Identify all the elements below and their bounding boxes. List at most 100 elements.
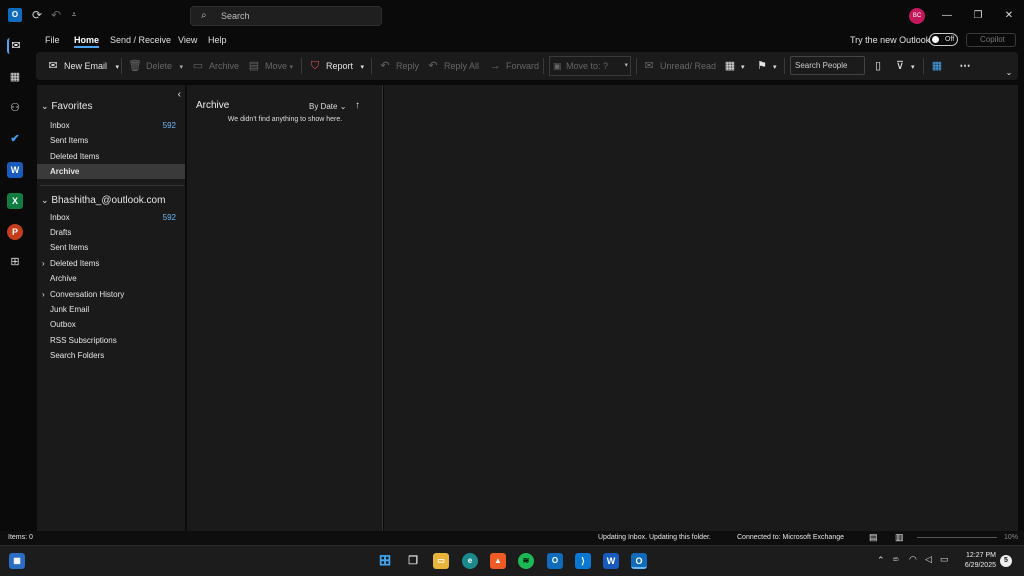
chevron-down-icon[interactable]: ▾ bbox=[180, 64, 184, 71]
folder-sent-items[interactable]: Sent Items bbox=[37, 240, 185, 255]
chevron-down-icon[interactable]: ▾ bbox=[290, 64, 294, 71]
reply-all-button[interactable]: ↶ Reply All bbox=[426, 52, 479, 80]
word-icon[interactable]: W bbox=[7, 162, 23, 178]
tab-help[interactable]: Help bbox=[208, 35, 227, 45]
chevron-down-icon[interactable]: ▾ bbox=[911, 64, 915, 71]
archive-button[interactable]: ▭ Archive bbox=[191, 52, 239, 80]
new-outlook-toggle[interactable]: Off bbox=[929, 33, 958, 46]
folder-conversation-history[interactable]: › Conversation History bbox=[37, 287, 185, 302]
more-icon: ⋯ bbox=[959, 60, 971, 72]
tray-chevron-up-icon[interactable]: ⌃ bbox=[877, 555, 885, 566]
widgets-icon[interactable]: ▦ bbox=[9, 553, 25, 569]
move-to-dropdown[interactable]: ▣ Move to: ? ▾ bbox=[549, 56, 631, 76]
folder-search-folders[interactable]: Search Folders bbox=[37, 348, 185, 363]
excel-icon[interactable]: X bbox=[7, 193, 23, 209]
outlook-new-icon[interactable]: O bbox=[547, 553, 563, 569]
sync-icon[interactable]: ⟳ bbox=[30, 8, 44, 22]
folder-fav-deleted-items[interactable]: Deleted Items bbox=[37, 149, 185, 164]
folder-inbox[interactable]: Inbox 592 bbox=[37, 210, 185, 225]
normal-view-icon[interactable]: ▤ bbox=[869, 532, 878, 543]
clock[interactable]: 12:27 PM 6/29/2025 bbox=[958, 551, 996, 571]
folder-junk-email[interactable]: Junk Email bbox=[37, 302, 185, 317]
folder-rss-subscriptions[interactable]: RSS Subscriptions bbox=[37, 333, 185, 348]
avatar[interactable]: BC bbox=[909, 8, 925, 24]
tab-file[interactable]: File bbox=[45, 35, 60, 45]
more-apps-icon[interactable]: ⊞ bbox=[7, 254, 23, 270]
folder-deleted-items[interactable]: › Deleted Items bbox=[37, 256, 185, 271]
unread-read-button[interactable]: ✉ Unread/ Read bbox=[642, 52, 716, 80]
folder-label: Inbox bbox=[50, 121, 70, 130]
address-book-icon: ▯ bbox=[874, 60, 882, 72]
copilot-button[interactable]: Copilot bbox=[966, 33, 1016, 47]
move-to-icon: ▣ bbox=[553, 61, 562, 71]
chevron-right-icon[interactable]: › bbox=[42, 287, 45, 302]
chevron-down-icon[interactable]: ▾ bbox=[116, 64, 120, 71]
apps-icon: ▦ bbox=[931, 60, 943, 72]
windows-start-icon[interactable]: ⊞ bbox=[377, 553, 393, 569]
move-button[interactable]: ▤ Move ▾ bbox=[247, 52, 293, 80]
powerpoint-icon[interactable]: P bbox=[7, 224, 23, 240]
edge-icon[interactable]: e bbox=[462, 553, 478, 569]
filter-email-button[interactable]: ⊽ ▾ bbox=[893, 52, 915, 80]
forward-button[interactable]: → Forward bbox=[488, 52, 540, 80]
chevron-right-icon[interactable]: › bbox=[42, 256, 45, 271]
ime-icon[interactable]: ක bbox=[893, 556, 899, 564]
volume-icon[interactable]: ◁ bbox=[925, 554, 932, 565]
close-button[interactable]: ✕ bbox=[1001, 8, 1017, 24]
zoom-slider[interactable] bbox=[917, 537, 997, 538]
favorites-group[interactable]: ⌄ Favorites bbox=[41, 101, 92, 112]
file-explorer-icon[interactable]: ▭ bbox=[433, 553, 449, 569]
chevron-down-icon[interactable]: ▾ bbox=[773, 64, 777, 71]
apps-button[interactable]: ▦ bbox=[930, 52, 948, 80]
spotify-icon[interactable]: ≋ bbox=[518, 553, 534, 569]
collapse-pane-icon[interactable]: ‹ bbox=[178, 89, 181, 100]
calendar-icon[interactable]: ▦ bbox=[7, 69, 23, 85]
folder-fav-sent-items[interactable]: Sent Items bbox=[37, 133, 185, 148]
outlook-taskbar-icon[interactable]: O bbox=[631, 553, 647, 569]
restore-button[interactable]: ❐ bbox=[970, 8, 986, 24]
brave-icon[interactable]: ▲ bbox=[490, 553, 506, 569]
forward-label: Forward bbox=[506, 61, 540, 71]
tab-view[interactable]: View bbox=[178, 35, 197, 45]
task-view-icon[interactable]: ❐ bbox=[405, 553, 421, 569]
follow-up-button[interactable]: ⚑ ▾ bbox=[755, 52, 777, 80]
collapse-ribbon-button[interactable]: ⌄ bbox=[1002, 58, 1020, 86]
zoom-level[interactable]: 10% bbox=[1004, 534, 1018, 541]
tab-send-receive[interactable]: Send / Receive bbox=[110, 35, 171, 45]
wifi-icon[interactable]: ◠ bbox=[909, 554, 917, 565]
tab-home[interactable]: Home bbox=[74, 35, 100, 48]
categorize-button[interactable]: ▦ ▾ bbox=[723, 52, 745, 80]
more-options-button[interactable]: ⋯ bbox=[958, 52, 976, 80]
notification-badge[interactable]: 5 bbox=[1000, 555, 1012, 567]
search-people-input[interactable]: Search People bbox=[790, 56, 865, 75]
folder-fav-archive[interactable]: Archive bbox=[37, 164, 185, 179]
search-input[interactable]: ⌕ Search bbox=[190, 6, 382, 26]
address-book-button[interactable]: ▯ bbox=[871, 52, 889, 80]
chevron-down-icon[interactable]: ▾ bbox=[624, 57, 628, 75]
report-button[interactable]: ⛉ Report ▾ bbox=[308, 52, 364, 80]
todo-icon[interactable]: ✔ bbox=[7, 131, 23, 147]
folder-outbox[interactable]: Outbox bbox=[37, 317, 185, 332]
quick-access-dropdown-icon[interactable]: ⩡ bbox=[67, 8, 81, 22]
new-email-button[interactable]: ✉ New Email ▾ bbox=[46, 52, 119, 80]
battery-icon[interactable]: ▭ bbox=[940, 554, 949, 565]
chevron-down-icon[interactable]: ▾ bbox=[361, 64, 365, 71]
people-icon[interactable]: ⚇ bbox=[7, 100, 23, 116]
reply-button[interactable]: ↶ Reply bbox=[378, 52, 419, 80]
undo-icon[interactable]: ↶ bbox=[49, 8, 63, 22]
folder-drafts[interactable]: Drafts bbox=[37, 225, 185, 240]
delete-button[interactable]: 🗑 Delete ▾ bbox=[128, 52, 183, 80]
reading-view-icon[interactable]: ▥ bbox=[895, 532, 904, 543]
new-email-icon: ✉ bbox=[48, 60, 58, 72]
account-group[interactable]: ⌄ Bhashitha_@outlook.com bbox=[41, 195, 165, 206]
minimize-button[interactable]: — bbox=[939, 8, 955, 24]
vscode-icon[interactable]: ⟩ bbox=[575, 553, 591, 569]
folder-label: Search Folders bbox=[50, 351, 105, 360]
word-taskbar-icon[interactable]: W bbox=[603, 553, 619, 569]
folder-archive[interactable]: Archive bbox=[37, 271, 185, 286]
sort-dropdown[interactable]: By Date ⌄ bbox=[309, 102, 346, 111]
chevron-down-icon[interactable]: ▾ bbox=[741, 64, 745, 71]
folder-fav-inbox[interactable]: Inbox 592 bbox=[37, 118, 185, 133]
mail-icon[interactable]: ✉ bbox=[7, 38, 23, 54]
sort-direction-icon[interactable]: ↑ bbox=[355, 100, 360, 111]
